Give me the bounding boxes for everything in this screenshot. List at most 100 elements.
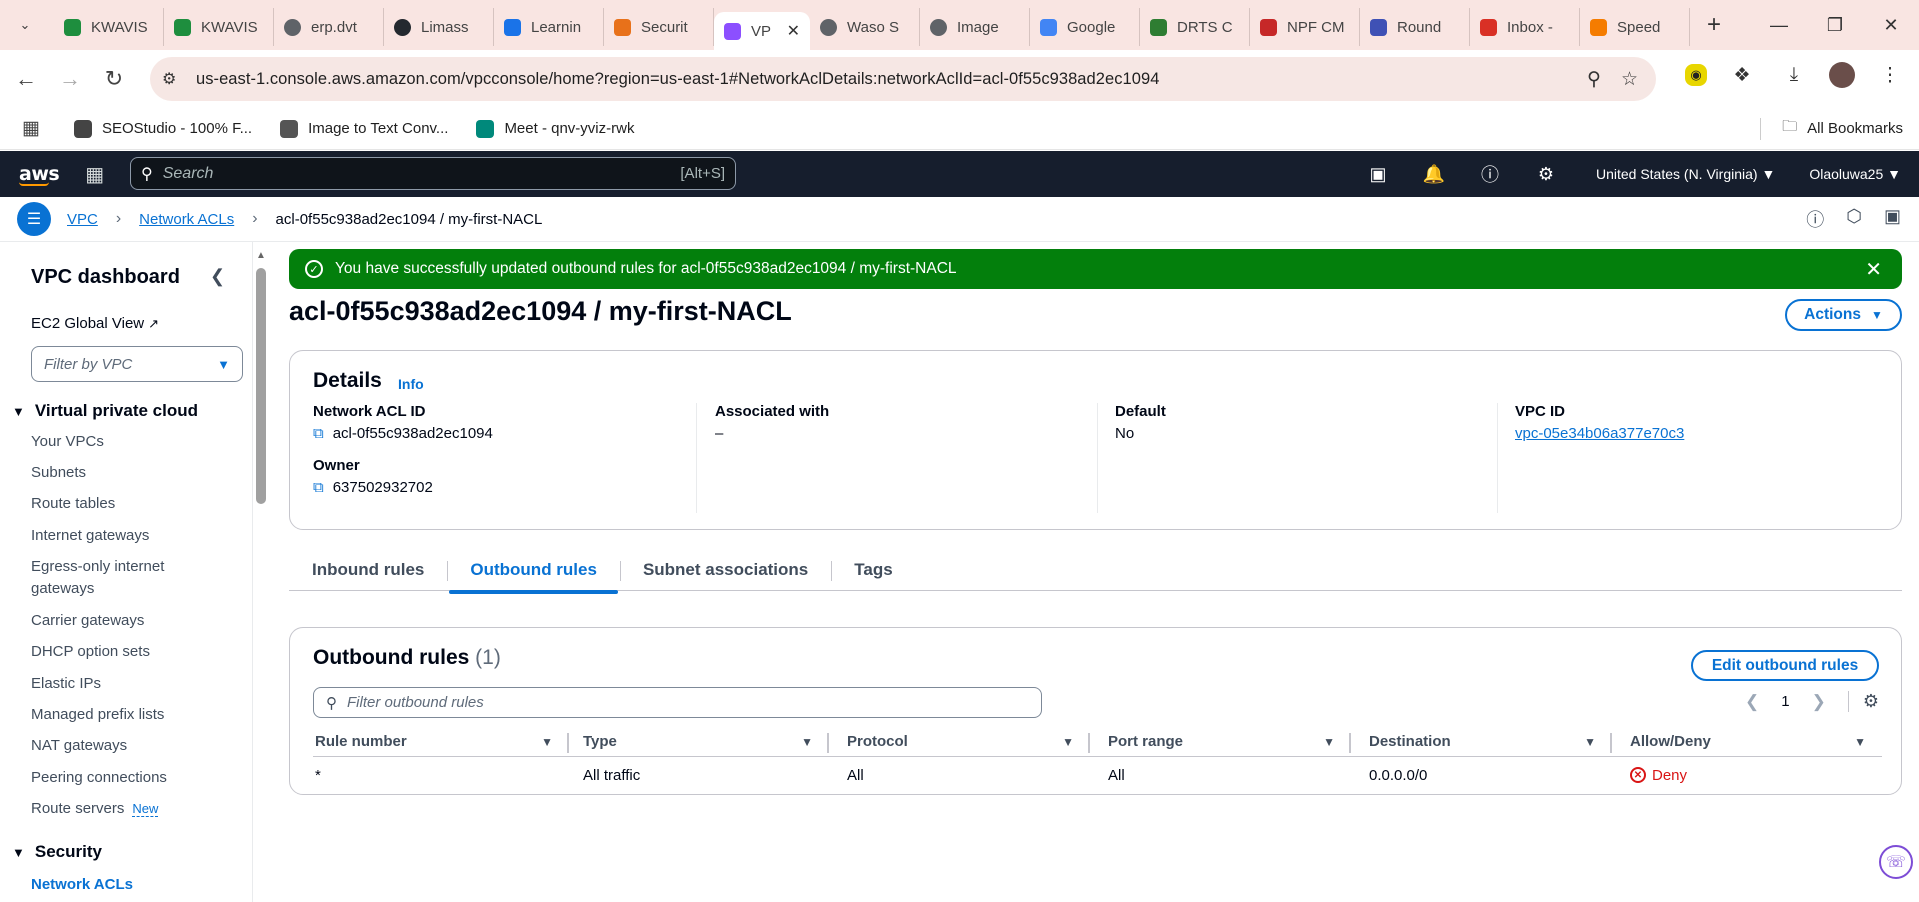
all-bookmarks-button[interactable]: 🗀 All Bookmarks — [1782, 116, 1903, 141]
browser-tab[interactable]: erp.dvt — [274, 8, 384, 46]
filter-by-vpc-select[interactable]: Filter by VPC ▼ — [31, 346, 243, 382]
aws-search-input[interactable]: ⚲ Search [Alt+S] — [130, 157, 736, 190]
browser-tab[interactable]: Limass — [384, 8, 494, 46]
current-page[interactable]: 1 — [1781, 693, 1789, 710]
sidebar-item-network-acls[interactable]: Network ACLs — [31, 874, 133, 896]
edit-outbound-rules-button[interactable]: Edit outbound rules — [1691, 650, 1879, 681]
column-header-port-range[interactable]: Port range ▼ — [1090, 727, 1351, 756]
info-panel-icon[interactable]: ⓘ — [1806, 206, 1824, 232]
account-menu[interactable]: Olaoluwa25 ▼ — [1809, 166, 1901, 182]
browser-tab[interactable]: Securit — [604, 8, 714, 46]
bookmark-item[interactable]: Image to Text Conv... — [280, 119, 448, 138]
back-icon[interactable]: ← — [8, 61, 44, 97]
browser-tab[interactable]: Round — [1360, 8, 1470, 46]
hexagon-settings-icon[interactable]: ⬡ — [1846, 206, 1862, 232]
screen-feedback-icon[interactable]: ▣ — [1884, 206, 1901, 232]
sidebar-item-internet-gateways[interactable]: Internet gateways — [31, 525, 149, 547]
details-col-associated: Associated with – — [696, 403, 1098, 513]
sidebar-section-vpc[interactable]: ▼ Virtual private cloud — [12, 401, 198, 421]
extension-icon[interactable]: ◉ — [1685, 64, 1707, 86]
sidebar-item-managed-prefix-lists[interactable]: Managed prefix lists — [31, 704, 164, 726]
copy-icon[interactable]: ⧉ — [313, 425, 324, 442]
scroll-up-icon[interactable]: ▲ — [256, 250, 266, 261]
minimize-icon[interactable]: — — [1751, 0, 1807, 50]
zoom-icon[interactable]: ⚲ — [1587, 68, 1601, 91]
download-icon[interactable]: ⤓ — [1777, 58, 1811, 92]
breadcrumb-vpc[interactable]: VPC — [67, 211, 98, 228]
help-icon[interactable]: ⓘ — [1462, 161, 1518, 187]
copy-icon[interactable]: ⧉ — [313, 479, 324, 496]
info-link[interactable]: Info — [398, 376, 424, 392]
filter-outbound-rules-input[interactable]: ⚲ Filter outbound rules — [313, 687, 1042, 718]
sidebar-item-subnets[interactable]: Subnets — [31, 462, 86, 484]
sidebar-item-carrier-gateways[interactable]: Carrier gateways — [31, 610, 144, 632]
browser-tab-active[interactable]: VP ✕ — [714, 12, 810, 50]
browser-tab[interactable]: NPF CM — [1250, 8, 1360, 46]
browser-tab[interactable]: Learnin — [494, 8, 604, 46]
collapse-sidebar-icon[interactable]: ❮ — [210, 266, 225, 287]
restore-icon[interactable]: ❐ — [1807, 0, 1863, 50]
breadcrumb-network-acls[interactable]: Network ACLs — [139, 211, 234, 228]
profile-avatar[interactable] — [1829, 62, 1855, 88]
window-close-icon[interactable]: ✕ — [1863, 0, 1919, 50]
bookmark-star-icon[interactable]: ☆ — [1621, 68, 1638, 91]
omnibox[interactable]: ⚙ us-east-1.console.aws.amazon.com/vpcco… — [150, 57, 1656, 101]
browser-tab[interactable]: Inbox - — [1470, 8, 1580, 46]
browser-tab[interactable]: KWAVIS — [54, 8, 164, 46]
actions-button[interactable]: Actions ▼ — [1785, 299, 1902, 331]
extensions-puzzle-icon[interactable]: ❖ — [1725, 58, 1759, 92]
settings-gear-icon[interactable]: ⚙ — [1518, 164, 1574, 185]
tab-subnet-associations[interactable]: Subnet associations — [619, 549, 831, 591]
scrollbar-thumb[interactable] — [256, 268, 266, 504]
site-info-icon[interactable]: ⚙ — [162, 69, 190, 89]
new-tab-icon[interactable]: + — [1696, 7, 1732, 43]
url-text[interactable]: us-east-1.console.aws.amazon.com/vpccons… — [196, 70, 1159, 89]
tab-close-icon[interactable]: ✕ — [787, 21, 800, 41]
sidebar-title[interactable]: VPC dashboard — [31, 266, 180, 289]
browser-tab[interactable]: Speed — [1580, 8, 1690, 46]
table-preferences-gear-icon[interactable]: ⚙ — [1847, 691, 1879, 712]
sidebar-item-route-tables[interactable]: Route tables — [31, 493, 115, 515]
column-header-destination[interactable]: Destination ▼ — [1351, 727, 1612, 756]
reload-icon[interactable]: ↻ — [96, 61, 132, 97]
browser-tab[interactable]: DRTS C — [1140, 8, 1250, 46]
vpc-id-link[interactable]: vpc-05e34b06a377e70c3 — [1515, 425, 1887, 442]
notifications-bell-icon[interactable]: 🔔 — [1406, 164, 1462, 185]
services-grid-icon[interactable]: ▦ — [85, 162, 104, 187]
region-selector[interactable]: United States (N. Virginia) ▼ — [1596, 166, 1775, 182]
bookmark-item[interactable]: Meet - qnv-yviz-rwk — [476, 119, 634, 138]
sidebar-section-security[interactable]: ▼ Security — [12, 842, 102, 862]
side-nav-toggle-icon[interactable]: ☰ — [17, 202, 51, 236]
sidebar-scrollbar[interactable]: ▲ — [253, 248, 269, 902]
dismiss-icon[interactable]: ✕ — [1865, 257, 1882, 282]
cloudshell-icon[interactable]: ▣ — [1350, 164, 1406, 185]
browser-tab[interactable]: Waso S — [810, 8, 920, 46]
browser-menu-icon[interactable]: ⋮ — [1873, 58, 1907, 92]
column-header-protocol[interactable]: Protocol ▼ — [829, 727, 1090, 756]
column-header-allow-deny[interactable]: Allow/Deny ▼ — [1612, 727, 1882, 756]
ec2-global-view-link[interactable]: EC2 Global View ↗ — [31, 315, 159, 332]
column-header-type[interactable]: Type ▼ — [569, 727, 829, 756]
support-chat-icon[interactable]: ☏ — [1879, 845, 1913, 879]
column-header-rule-number[interactable]: Rule number ▼ — [313, 727, 569, 756]
tab-tags[interactable]: Tags — [831, 549, 915, 591]
tab-outbound-rules[interactable]: Outbound rules — [447, 549, 620, 594]
sidebar-item-nat-gateways[interactable]: NAT gateways — [31, 735, 127, 757]
apps-grid-icon[interactable]: ▦ — [22, 117, 46, 140]
forward-icon[interactable]: → — [52, 61, 88, 97]
sidebar-item-egress-only-gateways[interactable]: Egress-only internet gateways — [31, 556, 221, 600]
sidebar-item-elastic-ips[interactable]: Elastic IPs — [31, 673, 101, 695]
aws-logo[interactable]: aws — [19, 163, 60, 186]
tab-search-chevron-icon[interactable]: ⌄ — [8, 8, 42, 42]
browser-tab[interactable]: Image — [920, 8, 1030, 46]
sidebar-item-dhcp-option-sets[interactable]: DHCP option sets — [31, 641, 150, 663]
browser-tab[interactable]: KWAVIS — [164, 8, 274, 46]
previous-page-icon[interactable]: ❮ — [1745, 692, 1759, 712]
browser-tab[interactable]: Google — [1030, 8, 1140, 46]
sidebar-item-peering-connections[interactable]: Peering connections — [31, 767, 167, 789]
tab-inbound-rules[interactable]: Inbound rules — [289, 549, 447, 591]
bookmark-item[interactable]: SEOStudio - 100% F... — [74, 119, 252, 138]
sidebar-item-route-servers[interactable]: Route servers New — [31, 798, 159, 820]
sidebar-item-your-vpcs[interactable]: Your VPCs — [31, 431, 104, 453]
next-page-icon[interactable]: ❯ — [1812, 692, 1826, 712]
